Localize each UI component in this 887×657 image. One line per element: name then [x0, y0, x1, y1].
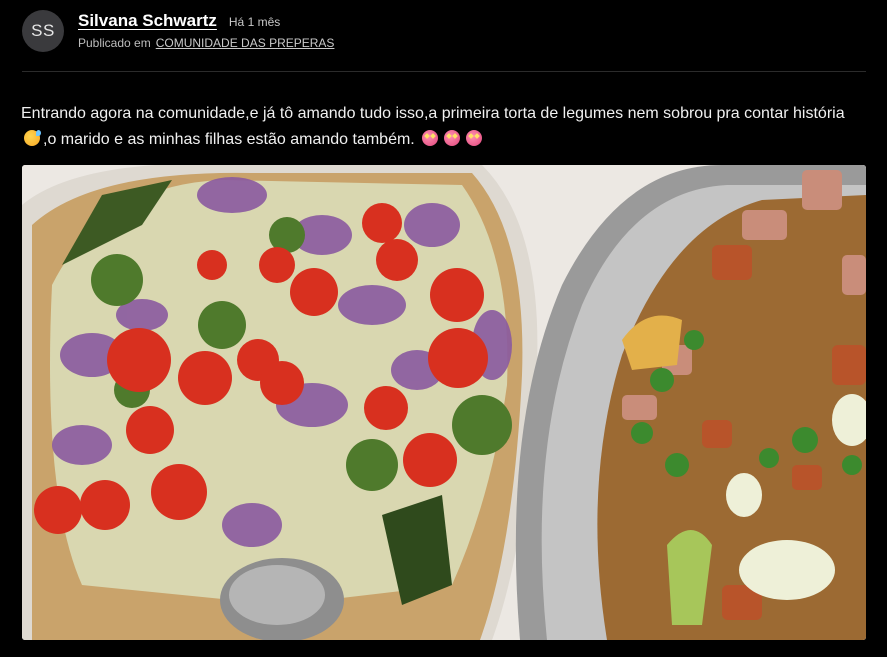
post-meta: Silvana Schwartz Há 1 mês Publicado em CO… [78, 11, 334, 50]
star-struck-icon [466, 130, 483, 146]
name-row: Silvana Schwartz Há 1 mês [78, 11, 334, 31]
post-header: SS Silvana Schwartz Há 1 mês Publicado e… [22, 10, 334, 52]
star-struck-icon [444, 130, 461, 146]
published-in-label: Publicado em [78, 36, 151, 50]
food-photo-illustration [22, 165, 866, 640]
star-struck-icon [422, 130, 439, 146]
community-link[interactable]: COMUNIDADE DAS PREPERAS [156, 36, 335, 50]
post-text-part1: Entrando agora na comunidade,e já tô ama… [21, 105, 845, 122]
divider [22, 71, 866, 72]
avatar[interactable]: SS [22, 10, 64, 52]
post-time: Há 1 mês [228, 15, 281, 29]
published-in: Publicado em COMUNIDADE DAS PREPERAS [78, 36, 334, 50]
author-name-link[interactable]: Silvana Schwartz [78, 11, 217, 31]
post-card: SS Silvana Schwartz Há 1 mês Publicado e… [0, 0, 887, 657]
post-body: Entrando agora na comunidade,e já tô ama… [21, 101, 871, 153]
avatar-initials: SS [31, 21, 55, 40]
post-photo[interactable] [22, 165, 866, 640]
post-text-part2: ,o marido e as minhas filhas estão amand… [43, 131, 415, 148]
smiling-face-with-sweat-icon [24, 130, 41, 146]
